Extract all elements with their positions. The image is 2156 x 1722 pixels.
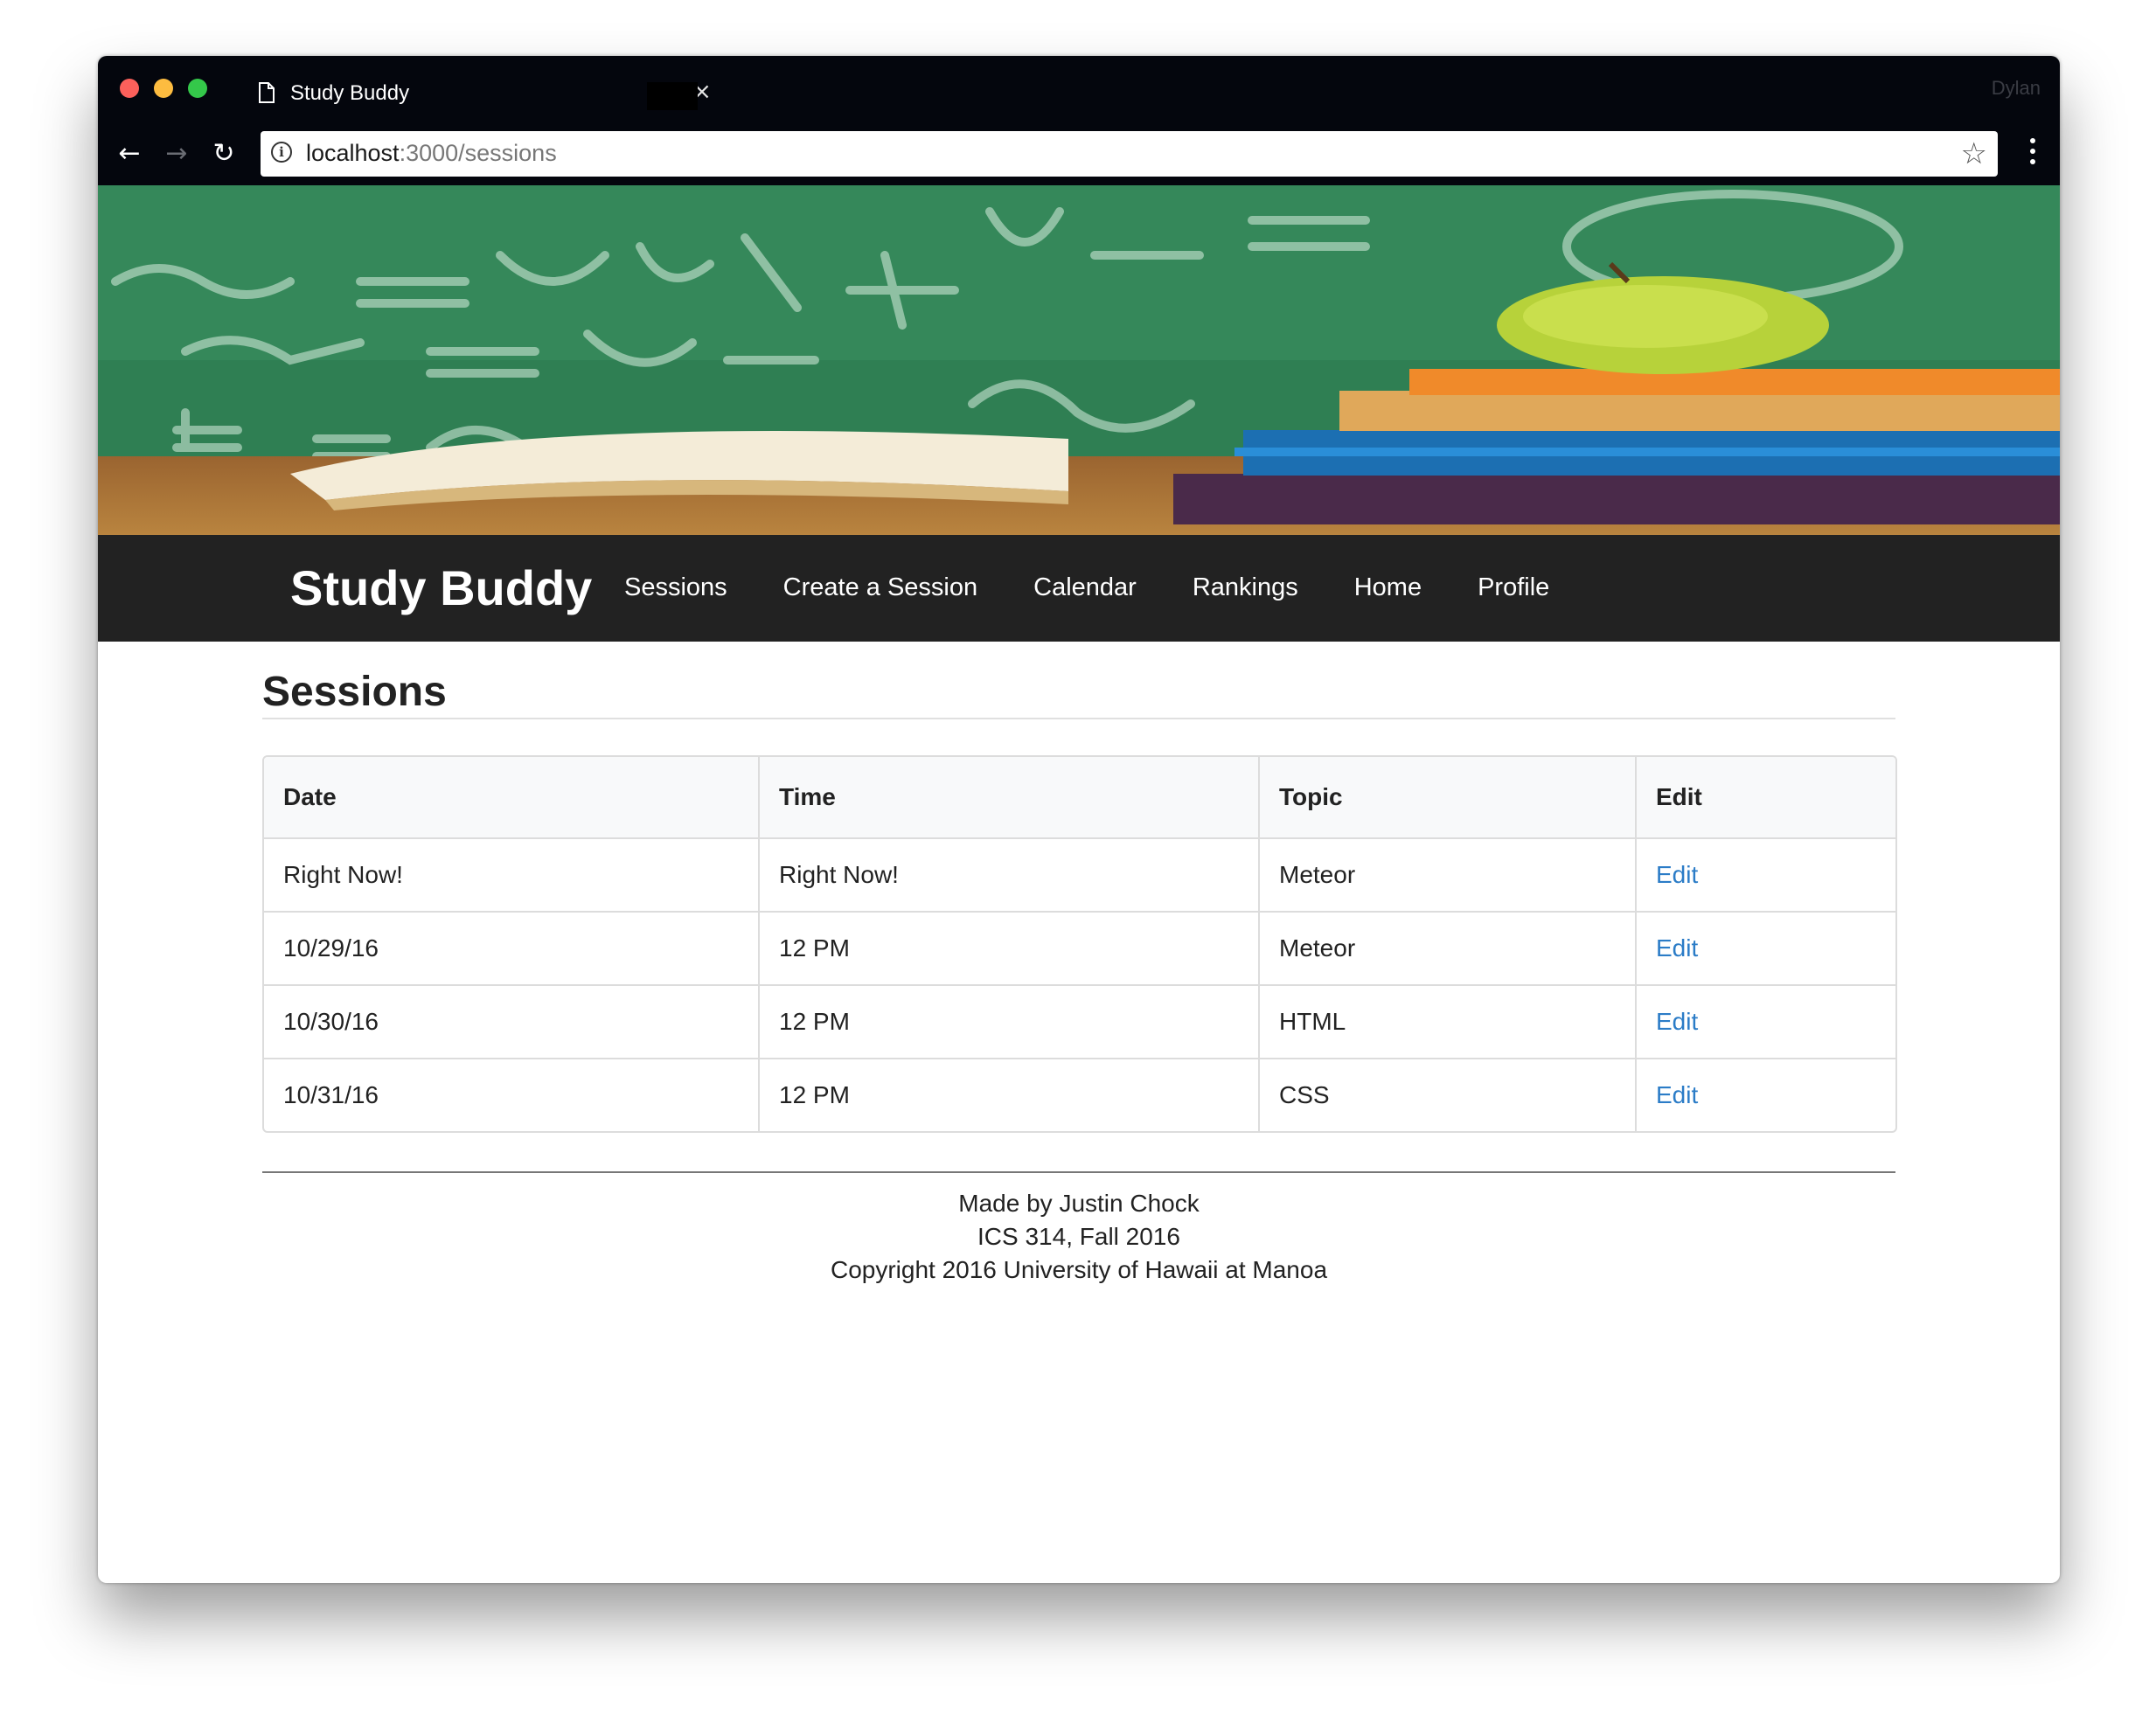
forward-arrow-icon[interactable]: → xyxy=(161,138,192,170)
maximize-window-button[interactable] xyxy=(188,79,207,98)
edit-link[interactable]: Edit xyxy=(1656,861,1698,888)
header-edit: Edit xyxy=(1636,757,1895,838)
profile-name[interactable]: Dylan xyxy=(1992,77,2041,100)
page-title: Sessions xyxy=(262,669,447,715)
footer-author: Made by Justin Chock xyxy=(958,1190,1200,1217)
browser-window: Study Buddy × Dylan ← → ↻ i localhost:30… xyxy=(98,56,2060,1583)
table-row: Right Now! Right Now! Meteor Edit xyxy=(264,837,1895,912)
edit-link[interactable]: Edit xyxy=(1656,1081,1698,1108)
minimize-window-button[interactable] xyxy=(154,79,173,98)
table-header-row: Date Time Topic Edit xyxy=(264,757,1895,838)
cell-time: 12 PM xyxy=(759,984,1260,1059)
cell-date: 10/29/16 xyxy=(264,911,760,985)
title-divider xyxy=(262,718,1895,719)
cell-date: Right Now! xyxy=(264,837,760,912)
tab-title: Study Buddy xyxy=(290,81,410,105)
title-bar: Study Buddy × Dylan xyxy=(98,56,2060,122)
close-window-button[interactable] xyxy=(120,79,139,98)
footer-course: ICS 314, Fall 2016 xyxy=(977,1223,1180,1250)
nav-profile[interactable]: Profile xyxy=(1478,573,1549,602)
nav-create-session[interactable]: Create a Session xyxy=(783,573,977,602)
edit-link[interactable]: Edit xyxy=(1656,934,1698,962)
footer: Made by Justin Chock ICS 314, Fall 2016 … xyxy=(262,1187,1895,1287)
nav-calendar[interactable]: Calendar xyxy=(1033,573,1137,602)
nav-sessions[interactable]: Sessions xyxy=(624,573,727,602)
footer-divider xyxy=(262,1171,1895,1173)
cell-time: 12 PM xyxy=(759,911,1260,985)
table-row: 10/30/16 12 PM HTML Edit xyxy=(264,984,1895,1059)
site-navbar: Study Buddy Sessions Create a Session Ca… xyxy=(98,535,2060,642)
new-tab-button[interactable] xyxy=(647,82,698,110)
cell-topic: Meteor xyxy=(1259,911,1637,985)
page-icon xyxy=(259,82,275,103)
browser-menu-icon[interactable] xyxy=(2030,138,2035,170)
table-row: 10/29/16 12 PM Meteor Edit xyxy=(264,911,1895,985)
browser-toolbar: ← → ↻ i localhost:3000/sessions ☆ xyxy=(98,122,2060,185)
nav-rankings[interactable]: Rankings xyxy=(1193,573,1298,602)
header-time: Time xyxy=(759,757,1260,838)
footer-copyright: Copyright 2016 University of Hawaii at M… xyxy=(830,1256,1328,1283)
back-arrow-icon[interactable]: ← xyxy=(114,138,145,170)
table-row: 10/31/16 12 PM CSS Edit xyxy=(264,1058,1895,1131)
address-bar[interactable]: i localhost:3000/sessions ☆ xyxy=(261,131,1998,177)
cell-topic: CSS xyxy=(1259,1058,1637,1131)
banner-image xyxy=(98,185,2060,535)
url-path: :3000/sessions xyxy=(399,140,557,166)
nav-links: Sessions Create a Session Calendar Ranki… xyxy=(624,573,1605,602)
cell-topic: HTML xyxy=(1259,984,1637,1059)
nav-home[interactable]: Home xyxy=(1354,573,1422,602)
url-host: localhost xyxy=(306,140,400,166)
url-text[interactable]: localhost:3000/sessions xyxy=(306,140,557,167)
sessions-table: Date Time Topic Edit Right Now! Right No… xyxy=(262,755,1897,1133)
cell-date: 10/31/16 xyxy=(264,1058,760,1131)
reload-icon[interactable]: ↻ xyxy=(208,138,240,170)
bookmark-star-icon[interactable]: ☆ xyxy=(1961,136,1987,171)
brand-link[interactable]: Study Buddy xyxy=(290,559,592,616)
edit-link[interactable]: Edit xyxy=(1656,1008,1698,1035)
cell-date: 10/30/16 xyxy=(264,984,760,1059)
chalkboard-books-illustration xyxy=(98,185,2060,535)
cell-topic: Meteor xyxy=(1259,837,1637,912)
info-icon[interactable]: i xyxy=(271,142,292,163)
cell-time: Right Now! xyxy=(759,837,1260,912)
cell-time: 12 PM xyxy=(759,1058,1260,1131)
header-date: Date xyxy=(264,757,760,838)
header-topic: Topic xyxy=(1259,757,1637,838)
